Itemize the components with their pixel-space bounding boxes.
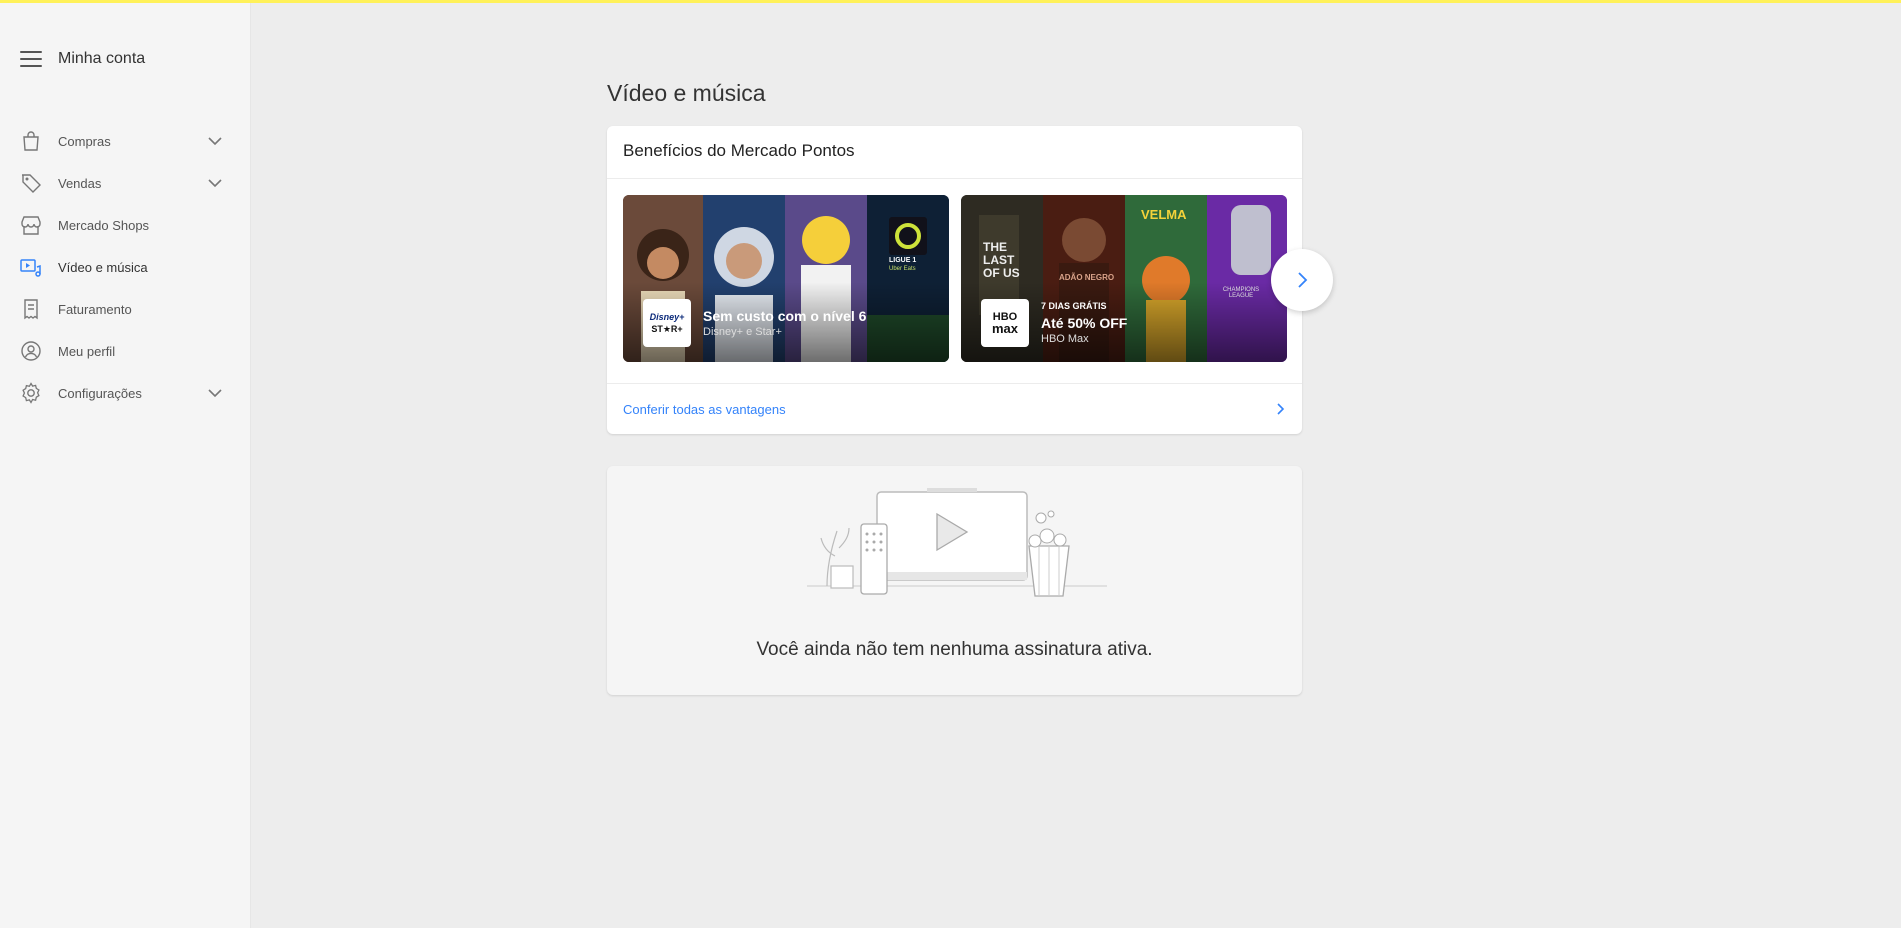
art-label-champions-league: CHAMPIONS LEAGUE bbox=[1222, 287, 1260, 299]
art-label-ligue1: LIGUE 1 bbox=[889, 257, 917, 264]
benefit-banner-hbo[interactable]: THE LAST OF US ADÃO NEGRO VELMA CHAMPION… bbox=[961, 195, 1287, 362]
art-label-the-last-of-us: THE LAST OF US bbox=[983, 240, 1020, 280]
tag-icon bbox=[22, 174, 41, 193]
sidebar: Minha conta Compras Vendas Mercado Shops… bbox=[0, 3, 251, 928]
hbo-max-logo: HBO max bbox=[981, 299, 1029, 347]
gear-icon bbox=[22, 382, 40, 404]
sidebar-item-faturamento[interactable]: Faturamento bbox=[0, 287, 250, 331]
sidebar-item-video-musica[interactable]: Vídeo e música bbox=[0, 245, 250, 289]
sidebar-header[interactable]: Minha conta bbox=[20, 50, 145, 68]
bag-icon bbox=[23, 131, 39, 151]
sidebar-item-label: Configurações bbox=[58, 385, 142, 401]
empty-subscriptions-message: Você ainda não tem nenhuma assinatura at… bbox=[756, 639, 1153, 660]
sidebar-item-label: Compras bbox=[58, 133, 111, 149]
profile-icon bbox=[21, 341, 41, 361]
chevron-down-icon[interactable] bbox=[206, 174, 224, 192]
logo-line-1: Disney+ bbox=[649, 312, 685, 322]
subscriptions-card: Você ainda não tem nenhuma assinatura at… bbox=[607, 466, 1302, 695]
benefit-subtitle: HBO Max bbox=[1041, 333, 1089, 345]
sidebar-item-mercado-shops[interactable]: Mercado Shops bbox=[0, 203, 250, 247]
invoice-icon bbox=[24, 299, 38, 320]
sidebar-item-configuracoes[interactable]: Configurações bbox=[0, 371, 250, 415]
chevron-right-icon bbox=[1298, 272, 1308, 288]
sidebar-item-vendas[interactable]: Vendas bbox=[0, 161, 250, 205]
video-music-icon bbox=[20, 259, 41, 277]
benefit-tag: 7 DIAS GRÁTIS bbox=[1041, 301, 1107, 311]
benefit-subtitle: Disney+ e Star+ bbox=[703, 326, 782, 338]
benefits-title: Benefícios do Mercado Pontos bbox=[623, 141, 855, 160]
benefits-card: Benefícios do Mercado Pontos LIGUE 1 Ube… bbox=[607, 126, 1302, 434]
sidebar-item-label: Vídeo e música bbox=[58, 259, 148, 275]
divider bbox=[607, 178, 1302, 179]
store-icon bbox=[21, 216, 41, 235]
benefit-banner-disney[interactable]: LIGUE 1 Uber Eats Disney+ ST★R+ Sem cust… bbox=[623, 195, 949, 362]
all-benefits-link-text[interactable]: Conferir todas as vantagens bbox=[623, 402, 786, 417]
chevron-right-icon[interactable] bbox=[1272, 401, 1288, 417]
art-label-ubereats: Uber Eats bbox=[889, 266, 916, 272]
divider bbox=[607, 383, 1302, 384]
page-title: Vídeo e música bbox=[607, 80, 766, 106]
disney-star-logo: Disney+ ST★R+ bbox=[643, 299, 691, 347]
top-accent-line bbox=[0, 0, 1901, 3]
chevron-down-icon[interactable] bbox=[206, 132, 224, 150]
chevron-down-icon[interactable] bbox=[206, 384, 224, 402]
benefit-headline: Sem custo com o nível 6 bbox=[703, 308, 867, 324]
sidebar-item-label: Faturamento bbox=[58, 301, 132, 317]
tv-popcorn-illustration bbox=[807, 488, 1107, 597]
sidebar-item-label: Vendas bbox=[58, 175, 102, 191]
sidebar-item-compras[interactable]: Compras bbox=[0, 119, 250, 163]
art-label-adao-negro: ADÃO NEGRO bbox=[1059, 273, 1115, 282]
logo-line-2: max bbox=[991, 321, 1019, 336]
carousel-next-button[interactable] bbox=[1271, 249, 1333, 311]
sidebar-item-label: Meu perfil bbox=[58, 343, 116, 359]
art-label-velma: VELMA bbox=[1141, 207, 1187, 222]
hamburger-menu-icon[interactable] bbox=[20, 51, 42, 67]
sidebar-item-label: Mercado Shops bbox=[58, 217, 150, 233]
sidebar-title: Minha conta bbox=[58, 50, 146, 67]
logo-line-2: ST★R+ bbox=[651, 324, 683, 334]
sidebar-item-meu-perfil[interactable]: Meu perfil bbox=[0, 329, 250, 373]
benefit-headline: Até 50% OFF bbox=[1041, 315, 1128, 331]
all-benefits-link[interactable]: Conferir todas as vantagens bbox=[623, 399, 1288, 419]
